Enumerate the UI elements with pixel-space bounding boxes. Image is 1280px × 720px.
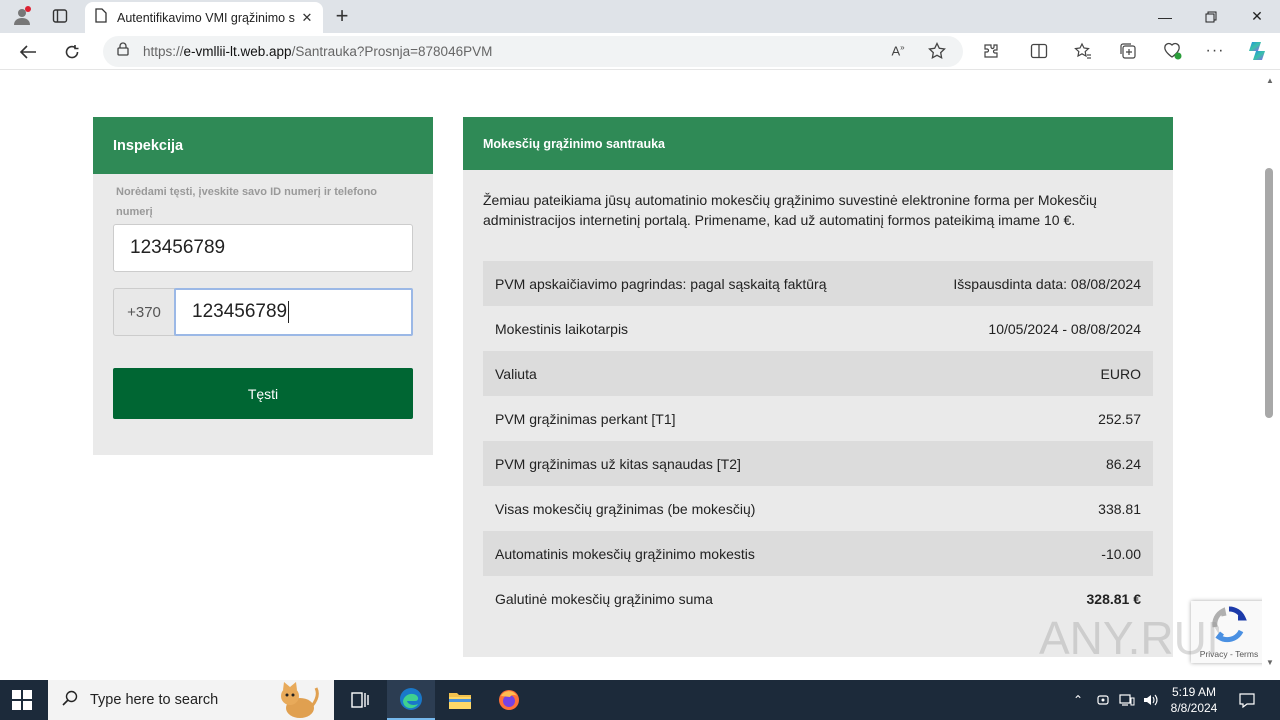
taskbar-edge-icon[interactable] [387, 680, 435, 720]
collections-icon[interactable] [1117, 41, 1139, 61]
taskbar-firefox-icon[interactable] [485, 680, 533, 720]
copilot-icon[interactable] [1246, 41, 1268, 61]
url-text: https://e-vmllii-lt.web.app/Santrauka?Pr… [143, 44, 493, 59]
close-window-button[interactable]: ✕ [1234, 0, 1280, 33]
split-screen-icon[interactable] [1028, 41, 1050, 61]
favorites-icon[interactable] [1072, 41, 1094, 61]
windows-taskbar: Type here to search ⌃ 5:19 AM 8/8/2024 [0, 680, 1280, 720]
minimize-button[interactable]: — [1142, 0, 1188, 33]
scroll-up-icon[interactable]: ▲ [1266, 76, 1274, 85]
new-tab-button[interactable]: + [330, 3, 354, 28]
clock-time: 5:19 AM [1171, 685, 1217, 699]
anyrun-watermark: ANY.RUN [1039, 610, 1240, 672]
row-value: 252.57 [1098, 410, 1141, 427]
browser-essentials-icon[interactable] [1161, 41, 1183, 61]
svg-text:ANY.RUN: ANY.RUN [1039, 612, 1219, 664]
row-label: Mokestinis laikotarpis [495, 320, 629, 337]
tab-actions-icon[interactable] [48, 5, 72, 27]
phone-number-input[interactable]: 123456789 [174, 288, 413, 336]
row-label: Galutinė mokesčių grąžinimo suma [495, 590, 713, 607]
table-row: Visas mokesčių grąžinimas (be mokesčių) 3… [483, 486, 1153, 531]
back-button[interactable] [14, 39, 42, 65]
profile-icon[interactable] [10, 5, 34, 27]
scroll-thumb[interactable] [1265, 168, 1273, 418]
clock-date: 8/8/2024 [1170, 701, 1218, 715]
row-value: 338.81 [1098, 500, 1141, 517]
row-value: -10.00 [1101, 545, 1141, 562]
row-value: 10/05/2024 - 08/08/2024 [988, 320, 1141, 337]
row-value: 328.81 € [1086, 590, 1142, 607]
tab-title: Autentifikavimo VMI grąžinimo s [117, 10, 295, 25]
close-tab-icon[interactable]: ✕ [299, 10, 315, 26]
network-icon[interactable] [1118, 680, 1136, 720]
phone-prefix: +370 [113, 288, 175, 336]
tax-refund-summary-panel: Mokesčių grąžinimo santrauka Žemiau pate… [463, 117, 1173, 657]
continue-button[interactable]: Tęsti [113, 368, 413, 419]
show-hidden-icons-icon[interactable]: ⌃ [1070, 680, 1086, 720]
search-placeholder: Type here to search [90, 692, 219, 708]
scroll-down-icon[interactable]: ▼ [1266, 658, 1274, 667]
row-value: EURO [1100, 365, 1141, 382]
table-row: PVM apskaičiavimo pagrindas: pagal sąska… [483, 261, 1153, 306]
read-aloud-icon[interactable]: A» [887, 41, 909, 61]
meet-now-icon[interactable] [1094, 680, 1112, 720]
table-row: PVM grąžinimas perkant [T1] 252.57 [483, 396, 1153, 441]
taskbar-file-explorer-icon[interactable] [436, 680, 484, 720]
row-label: Valiuta [495, 365, 537, 382]
summary-intro: Žemiau pateikiama jūsų automatinio mokes… [483, 192, 1097, 228]
more-menu-icon[interactable]: ··· [1204, 41, 1226, 61]
summary-table: PVM apskaičiavimo pagrindas: pagal sąska… [483, 261, 1153, 621]
favorite-star-icon[interactable] [926, 41, 948, 61]
panel-title: Inspekcija [93, 117, 433, 174]
web-page: Inspekcija Norėdami tęsti, įveskite savo… [5, 70, 1267, 675]
row-label: Automatinis mokesčių grąžinimo mokestis [495, 545, 755, 562]
table-row: PVM grąžinimas už kitas sąnaudas [T2] 86.… [483, 441, 1153, 486]
row-label: PVM grąžinimas perkant [T1] [495, 410, 676, 427]
row-label: PVM grąžinimas už kitas sąnaudas [T2] [495, 455, 741, 472]
row-label: PVM apskaičiavimo pagrindas: pagal sąska… [495, 275, 827, 292]
id-number-input[interactable]: 123456789 [113, 224, 413, 272]
browser-tab-bar: Autentifikavimo VMI grąžinimo s ✕ + — ✕ [0, 0, 1280, 33]
lock-icon[interactable] [117, 42, 129, 61]
taskbar-search-box[interactable]: Type here to search [48, 680, 334, 720]
search-icon [62, 690, 78, 711]
cat-illustration-icon [274, 682, 320, 720]
windows-start-icon[interactable] [12, 690, 32, 710]
row-value: Išspausdinta data: 08/08/2024 [953, 275, 1141, 292]
summary-title: Mokesčių grąžinimo santrauka [463, 117, 1173, 170]
row-value: 86.24 [1105, 455, 1141, 472]
table-row: Valiuta EURO [483, 351, 1153, 396]
instruction-text: Norėdami tęsti, įveskite savo ID numerį … [116, 186, 378, 218]
restore-button[interactable] [1188, 0, 1234, 33]
table-row: Automatinis mokesčių grąžinimo mokestis -… [483, 531, 1153, 576]
row-label: Visas mokesčių grąžinimas (be mokesčių) [495, 500, 756, 517]
system-clock[interactable]: 5:19 AM 8/8/2024 [1160, 684, 1228, 716]
volume-icon[interactable] [1142, 680, 1160, 720]
address-bar[interactable]: https://e-vmllii-lt.web.app/Santrauka?Pr… [103, 36, 963, 67]
notifications-icon[interactable] [1236, 680, 1258, 720]
extensions-icon[interactable] [980, 41, 1002, 61]
refresh-button[interactable] [58, 39, 86, 65]
text-cursor [288, 301, 290, 323]
table-row: Mokestinis laikotarpis 10/05/2024 - 08/08… [483, 306, 1153, 351]
browser-toolbar: https://e-vmllii-lt.web.app/Santrauka?Pr… [0, 33, 1280, 70]
page-scrollbar[interactable]: ▲ ▼ [1262, 70, 1280, 675]
verification-panel: Inspekcija Norėdami tęsti, įveskite savo… [93, 117, 433, 455]
task-view-icon[interactable] [336, 680, 384, 720]
browser-tab-active[interactable]: Autentifikavimo VMI grąžinimo s ✕ [85, 2, 323, 33]
page-icon [95, 7, 107, 28]
